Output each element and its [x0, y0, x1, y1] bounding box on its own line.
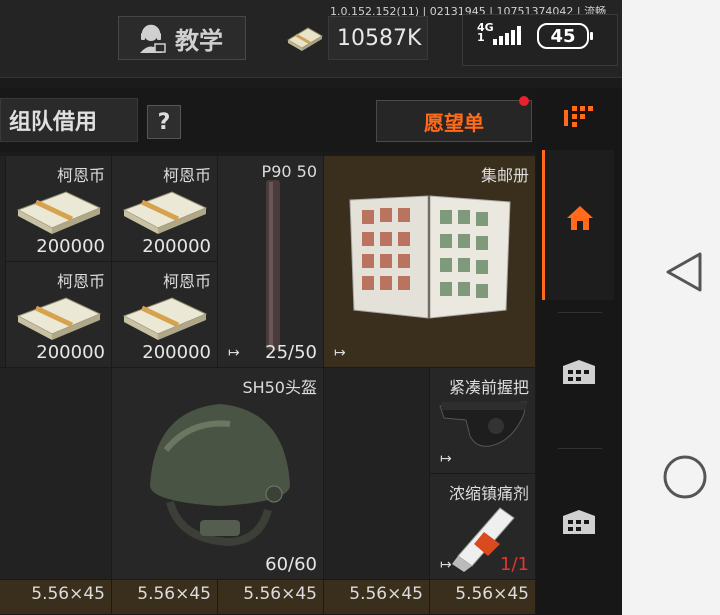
item-cell-ammo[interactable]: 5.56×45: [112, 580, 218, 615]
inventory-grid: 柯恩币 200000 柯恩币 200000 柯恩币 200000 柯恩币 200…: [0, 156, 536, 615]
divider: [558, 448, 602, 449]
cash-stack-icon: [122, 191, 208, 234]
cash-stack-icon: [16, 297, 102, 340]
help-button[interactable]: ?: [147, 105, 181, 139]
item-name: 紧凑前握把: [448, 378, 529, 397]
back-triangle-icon[interactable]: [664, 250, 704, 294]
item-cell-grip[interactable]: 紧凑前握把 ↦: [430, 368, 536, 474]
item-quantity: 25/50: [265, 342, 317, 363]
currency-amount: 10587K: [337, 25, 422, 51]
tutorial-label: 教学: [175, 26, 223, 55]
wishlist-button[interactable]: 愿望单: [376, 96, 532, 142]
sub-toolbar: 组队借用 ? 愿望单: [0, 88, 622, 152]
item-quantity: 200000: [142, 236, 211, 257]
item-cell-ammo[interactable]: 5.56×45: [324, 580, 430, 615]
item-name: 柯恩币: [56, 166, 105, 185]
item-cell-ammo[interactable]: 5.56×45: [430, 580, 536, 615]
team-borrow-button[interactable]: 组队借用: [0, 98, 138, 142]
item-name: 集邮册: [480, 166, 529, 185]
network-sim: 1: [477, 31, 485, 44]
item-cell-ammo[interactable]: 5.56×45: [0, 580, 112, 615]
tab-home[interactable]: [542, 150, 614, 300]
item-quantity: 200000: [36, 236, 105, 257]
battery-level: 45: [550, 25, 576, 47]
item-name: 5.56×45: [137, 584, 211, 604]
network-indicator: 4G 1: [477, 22, 494, 44]
home-circle-icon[interactable]: [662, 454, 708, 500]
device-status: 4G 1 45: [462, 14, 618, 66]
team-borrow-label: 组队借用: [9, 110, 98, 135]
currency-display: 10587K: [328, 16, 428, 60]
item-name: 柯恩币: [162, 166, 211, 185]
item-name: 5.56×45: [31, 584, 105, 604]
item-cell-coin[interactable]: 柯恩币 200000: [6, 156, 112, 262]
item-quantity: 60/60: [265, 554, 317, 575]
item-cell-ammo[interactable]: 5.56×45: [218, 580, 324, 615]
item-name: 5.56×45: [455, 584, 529, 604]
item-quantity: 200000: [36, 342, 105, 363]
grid-dots-icon[interactable]: [562, 104, 598, 130]
battery-icon: 45: [537, 23, 593, 49]
item-quantity: 1/1: [500, 554, 529, 575]
item-name: 浓缩镇痛剂: [448, 484, 529, 503]
move-arrow-icon: ↦: [228, 345, 240, 361]
game-screen: 1.0.152.152(11) | 02131945 | 10751374042…: [0, 0, 622, 615]
cash-stack-icon: [287, 27, 323, 51]
item-name: 柯恩币: [56, 272, 105, 291]
item-name: 5.56×45: [349, 584, 423, 604]
tutorial-button[interactable]: 教学: [118, 16, 246, 60]
signal-bars-icon: [493, 25, 521, 45]
foregrip-icon: [439, 401, 527, 447]
top-bar: 1.0.152.152(11) | 02131945 | 10751374042…: [0, 0, 622, 78]
divider: [558, 312, 602, 313]
magazine-icon: [266, 180, 280, 350]
item-cell-coin[interactable]: 柯恩币 200000: [112, 156, 218, 262]
item-cell-painkiller[interactable]: 浓缩镇痛剂 ↦ 1/1: [430, 474, 536, 580]
item-cell-p90[interactable]: P90 50 ↦ 25/50: [218, 156, 324, 368]
helmet-icon: [150, 404, 290, 547]
item-quantity: 200000: [142, 342, 211, 363]
grid-cell: [0, 368, 112, 580]
cash-stack-icon: [122, 297, 208, 340]
grid-cell: [324, 368, 430, 580]
notification-dot: [519, 96, 529, 106]
crate-icon[interactable]: [560, 358, 598, 388]
system-nav-bar: [622, 0, 720, 615]
item-cell-coin[interactable]: 柯恩币 200000: [6, 262, 112, 368]
item-name: 柯恩币: [162, 272, 211, 291]
item-cell-coin[interactable]: 柯恩币 200000: [112, 262, 218, 368]
move-arrow-icon: ↦: [334, 345, 346, 361]
move-arrow-icon: ↦: [440, 451, 452, 467]
move-arrow-icon: ↦: [440, 557, 452, 573]
item-name: 5.56×45: [243, 584, 317, 604]
wishlist-label: 愿望单: [424, 110, 484, 135]
item-cell-helmet[interactable]: SH50头盔 60/60: [112, 368, 324, 580]
item-cell-stamp-album[interactable]: 集邮册 ↦: [324, 156, 536, 368]
crate-icon[interactable]: [560, 508, 598, 538]
stamp-album-icon: [349, 195, 511, 319]
home-icon: [567, 206, 593, 230]
cash-stack-icon: [16, 191, 102, 234]
side-nav: [536, 88, 622, 615]
headset-user-icon: [140, 24, 166, 53]
